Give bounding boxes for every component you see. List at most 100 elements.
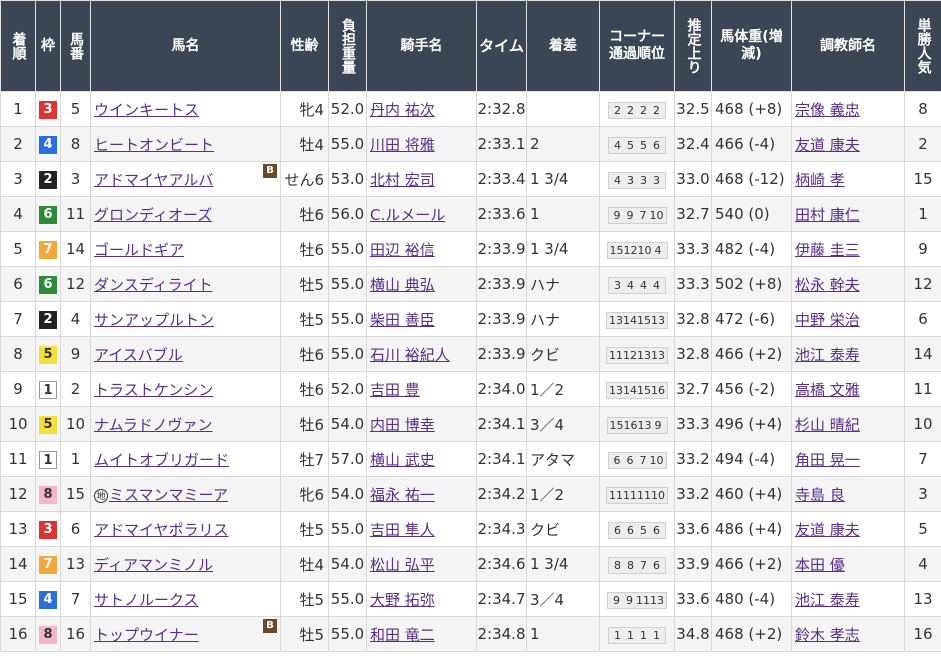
trainer-name-link[interactable]: 友道 康夫: [795, 521, 860, 539]
header-jockey[interactable]: 騎手名: [366, 0, 477, 92]
margin-cell: 1 3/4: [526, 546, 600, 582]
jockey-name-link[interactable]: 田辺 裕信: [370, 241, 435, 259]
jockey-name-link[interactable]: 横山 典弘: [370, 276, 435, 294]
corner-value: 11: [637, 488, 651, 502]
result-row: 15 4 7 サトノルークス 牡5 55.0 大野 拓弥 2:34.7 3／4 …: [0, 581, 941, 617]
horse-name-link[interactable]: ディアマンミノル: [94, 556, 213, 574]
header-last3f[interactable]: 推定上り: [674, 0, 712, 92]
horse-name-link[interactable]: アイスバブル: [94, 346, 183, 364]
popularity-cell: 2: [904, 126, 941, 162]
corner-box: 13141516: [606, 381, 668, 399]
trainer-name-link[interactable]: 寺島 良: [795, 486, 845, 504]
jockey-name-link[interactable]: 福永 祐一: [370, 486, 435, 504]
trainer-name-link[interactable]: 本田 優: [795, 556, 845, 574]
horse-name-link[interactable]: グロンディオーズ: [94, 206, 212, 224]
jockey-name-link[interactable]: 柴田 善臣: [370, 311, 435, 329]
jockey-cell: 柴田 善臣: [366, 301, 477, 337]
header-rank[interactable]: 着順: [0, 0, 36, 92]
horse-name-link[interactable]: ミスマンマミーア: [109, 486, 228, 504]
jockey-name-link[interactable]: 石川 裕紀人: [370, 346, 450, 364]
corner-box: 9 9 7 10: [607, 206, 667, 224]
jockey-name-link[interactable]: 北村 宏司: [370, 171, 435, 189]
waku-cell: 1: [35, 371, 61, 407]
rank-cell: 12: [0, 476, 36, 512]
jockey-cell: 横山 典弘: [366, 266, 477, 302]
header-pop[interactable]: 単勝人気: [904, 0, 941, 92]
trainer-name-link[interactable]: 宗像 義忠: [795, 101, 860, 119]
horse-name-link[interactable]: ウインキートス: [94, 101, 199, 119]
race-result-table: 着順 枠 馬番 馬名 性齢 負担重量 騎手名 タイム 着差 コーナー通過順位 推…: [0, 0, 941, 652]
trainer-name-link[interactable]: 角田 晃一: [795, 451, 860, 469]
trainer-name-link[interactable]: 高橋 文雅: [795, 381, 860, 399]
last3f-cell: 33.6: [674, 581, 712, 617]
horse-name-link[interactable]: ナムラドノヴァン: [94, 416, 213, 434]
jockey-name-link[interactable]: 和田 竜二: [370, 626, 435, 644]
sexage-cell: 牡5: [280, 266, 329, 302]
header-margin[interactable]: 着差: [526, 0, 600, 92]
jockey-cell: C.ルメール: [366, 196, 477, 232]
result-row: 5 7 14 ゴールドギア 牡6 55.0 田辺 裕信 2:33.9 1 3/4…: [0, 231, 941, 267]
corner-value: 1: [640, 628, 647, 642]
jockey-name-link[interactable]: C.ルメール: [370, 206, 445, 224]
waku-cell: 4: [35, 581, 61, 617]
horse-name-link[interactable]: サトノルークス: [94, 591, 199, 609]
corner-value: 6: [614, 523, 621, 537]
trainer-cell: 伊藤 圭三: [791, 231, 905, 267]
horse-name-link[interactable]: トップウイナー: [94, 626, 199, 644]
corner-cell: 2222: [599, 91, 675, 127]
corner-value: 6: [626, 453, 634, 467]
body-weight-cell: 466 (+2): [711, 546, 792, 582]
blinker-icon: B: [263, 164, 277, 178]
trainer-name-link[interactable]: 友道 康夫: [795, 136, 860, 154]
jockey-name-link[interactable]: 丹内 祐次: [370, 101, 435, 119]
header-weight[interactable]: 負担重量: [328, 0, 367, 92]
waku-badge: 5: [39, 416, 57, 434]
trainer-name-link[interactable]: 杉山 晴紀: [795, 416, 860, 434]
horse-name-link[interactable]: アドマイヤアルバ: [94, 171, 213, 189]
jockey-name-link[interactable]: 大野 拓弥: [370, 591, 435, 609]
horse-name-link[interactable]: アドマイヤポラリス: [94, 521, 229, 539]
horse-name-link[interactable]: ゴールドギア: [94, 241, 184, 259]
jockey-name-link[interactable]: 横山 武史: [370, 451, 435, 469]
header-umaban[interactable]: 馬番: [60, 0, 91, 92]
margin-cell: 3／4: [526, 581, 600, 617]
header-trainer[interactable]: 調教師名: [791, 0, 905, 92]
header-horse[interactable]: 馬名: [90, 0, 281, 92]
trainer-name-link[interactable]: 田村 康仁: [795, 206, 860, 224]
waku-badge: 7: [39, 241, 57, 259]
header-sexage[interactable]: 性齢: [280, 0, 329, 92]
time-cell: 2:33.4: [476, 161, 527, 197]
rank-cell: 15: [0, 581, 36, 617]
jockey-name-link[interactable]: 吉田 隼人: [370, 521, 435, 539]
header-body[interactable]: 馬体重(増減): [711, 0, 792, 92]
horse-name-link[interactable]: トラストケンシン: [94, 381, 213, 399]
last3f-cell: 32.7: [674, 371, 712, 407]
waku-cell: 2: [35, 301, 61, 337]
header-corner[interactable]: コーナー通過順位: [599, 0, 675, 92]
trainer-name-link[interactable]: 中野 栄治: [795, 311, 860, 329]
trainer-name-link[interactable]: 池江 泰寿: [795, 346, 860, 364]
corner-value: 11: [623, 488, 637, 502]
trainer-name-link[interactable]: 松永 幹夫: [795, 276, 860, 294]
trainer-name-link[interactable]: 池江 泰寿: [795, 591, 860, 609]
corner-value: 13: [650, 593, 664, 607]
margin-cell: クビ: [526, 511, 600, 547]
jockey-name-link[interactable]: 吉田 豊: [370, 381, 420, 399]
corner-value: 10: [649, 453, 664, 467]
corner-value: 9: [613, 208, 621, 222]
corner-cell: 151613 9: [599, 406, 675, 442]
corner-value: 11: [609, 488, 623, 502]
trainer-name-link[interactable]: 伊藤 圭三: [795, 241, 860, 259]
horse-name-link[interactable]: ヒートオンビート: [94, 136, 214, 154]
trainer-name-link[interactable]: 鈴木 孝志: [795, 626, 860, 644]
horse-name-link[interactable]: サンアップルトン: [94, 311, 214, 329]
result-row: 6 6 12 ダンスディライト 牡5 55.0 横山 典弘 2:33.9 ハナ …: [0, 266, 941, 302]
horse-name-link[interactable]: ムイトオブリガード: [94, 451, 229, 469]
jockey-name-link[interactable]: 川田 将雅: [370, 136, 435, 154]
trainer-name-link[interactable]: 柄崎 孝: [795, 171, 845, 189]
jockey-name-link[interactable]: 内田 博幸: [370, 416, 435, 434]
jockey-name-link[interactable]: 松山 弘平: [370, 556, 435, 574]
header-waku[interactable]: 枠: [35, 0, 61, 92]
header-time[interactable]: タイム: [476, 0, 527, 92]
horse-name-link[interactable]: ダンスディライト: [94, 276, 213, 294]
